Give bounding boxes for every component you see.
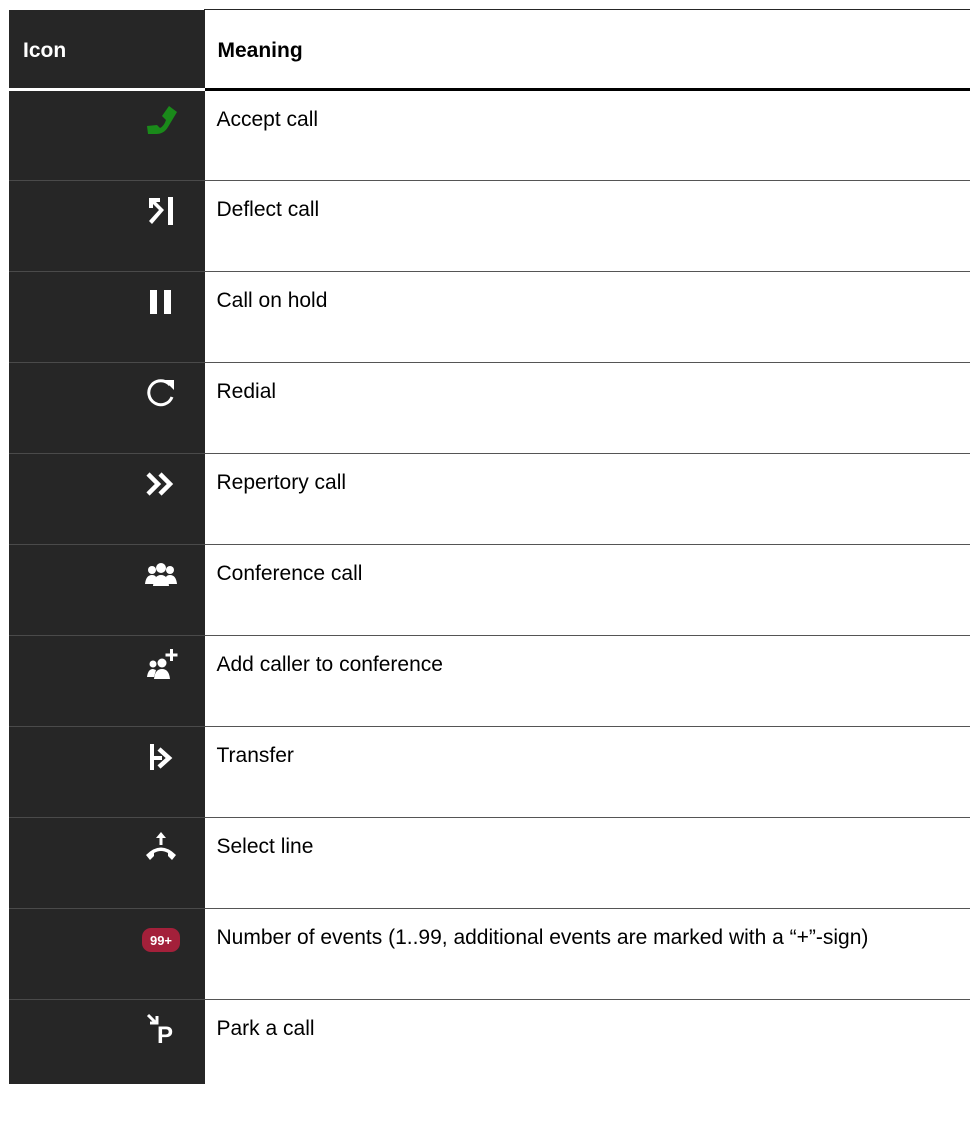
table-row: Deflect call [9,180,970,272]
badge-text: 99+ [149,933,171,948]
icon-cell [9,817,204,909]
meaning-cell: Redial [203,362,970,454]
meaning-cell: Transfer [203,726,970,818]
meaning-text: Select line [216,835,314,858]
meaning-text: Repertory call [216,471,347,494]
meaning-text: Call on hold [216,289,328,312]
header-icon-label: Icon [23,38,67,62]
icon-cell: 99+ [9,908,204,1000]
park-letter: P [156,1022,172,1046]
meaning-cell: Add caller to conference [203,635,970,727]
icon-cell: P [9,999,204,1084]
meaning-cell: Deflect call [203,180,970,272]
icon-cell [9,89,204,181]
meaning-cell: Accept call [203,89,970,181]
meaning-cell: Conference call [203,544,970,636]
icon-meaning-table: Icon Meaning Accept call Deflect call Ca… [9,9,970,1084]
icon-cell [9,362,204,454]
repertory-call-icon [144,466,178,500]
meaning-cell: Park a call [203,999,970,1084]
icon-cell [9,271,204,363]
meaning-text: Transfer [216,744,294,767]
meaning-cell: Number of events (1..99, additional even… [203,908,970,1000]
call-on-hold-icon [144,284,178,318]
table-row: Conference call [9,544,970,636]
table-row: Select line [9,817,970,909]
table-header-row: Icon Meaning [9,9,970,91]
meaning-text: Number of events (1..99, additional even… [216,926,869,949]
meaning-text: Conference call [216,562,363,585]
table-row: Repertory call [9,453,970,545]
meaning-text: Deflect call [216,198,320,221]
meaning-cell: Select line [203,817,970,909]
event-count-badge-icon: 99+ [141,928,180,962]
accept-call-icon [144,103,178,137]
header-meaning-label: Meaning [217,39,303,62]
header-icon-column: Icon [9,9,204,91]
deflect-call-icon [144,193,178,227]
table-row: Call on hold [9,271,970,363]
transfer-icon [144,739,178,773]
table-row: Accept call [9,89,970,181]
meaning-text: Add caller to conference [216,653,443,676]
table-row: Redial [9,362,970,454]
icon-cell [9,726,204,818]
meaning-cell: Repertory call [203,453,970,545]
icon-cell [9,453,204,545]
header-meaning-column: Meaning [203,9,970,91]
select-line-icon [144,830,178,864]
redial-icon [144,375,178,409]
table-row: Add caller to conference [9,635,970,727]
meaning-text: Redial [216,380,277,403]
table-row: P Park a call [9,999,970,1084]
add-caller-icon [144,648,178,682]
icon-cell [9,544,204,636]
icon-cell [9,635,204,727]
icon-cell [9,180,204,272]
page: Icon Meaning Accept call Deflect call Ca… [0,0,970,1127]
meaning-text: Accept call [216,108,319,131]
meaning-text: Park a call [216,1017,315,1040]
table-row: Transfer [9,726,970,818]
conference-call-icon [144,557,178,591]
table-row: 99+ Number of events (1..99, additional … [9,908,970,1000]
meaning-cell: Call on hold [203,271,970,363]
park-call-icon: P [144,1012,178,1046]
